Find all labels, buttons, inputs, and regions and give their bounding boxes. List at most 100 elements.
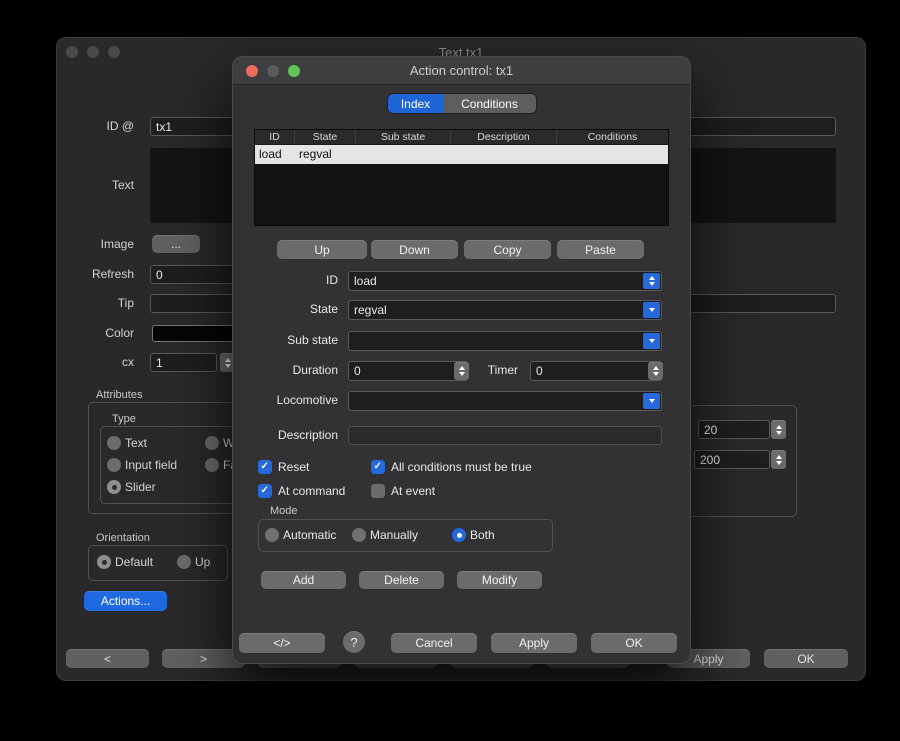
ok-button[interactable]: OK: [591, 633, 677, 653]
reset-checkbox[interactable]: [258, 460, 272, 474]
dropdown-arrow-icon[interactable]: [643, 302, 660, 318]
dropdown-arrow-icon[interactable]: [643, 393, 660, 409]
actions-table: ID State Sub state Description Condition…: [255, 130, 668, 225]
right-field-1-stepper[interactable]: [771, 420, 786, 439]
row-substate-cell: [356, 145, 451, 164]
right-field-2[interactable]: 200: [694, 450, 770, 469]
minimize-icon[interactable]: [87, 46, 99, 58]
copy-button[interactable]: Copy: [464, 240, 551, 259]
orientation-up-label: Up: [195, 553, 210, 572]
col-state: State: [295, 130, 356, 144]
form-duration-label: Duration: [258, 361, 338, 380]
step-down-icon: [776, 461, 782, 465]
table-row[interactable]: load regval: [255, 145, 668, 164]
xml-code-button[interactable]: </>: [239, 633, 325, 653]
step-up-icon: [776, 455, 782, 459]
form-locomotive-label: Locomotive: [258, 391, 338, 410]
dialog-title: Action control: tx1: [410, 63, 513, 78]
minimize-icon[interactable]: [267, 65, 279, 77]
timer-stepper[interactable]: [648, 362, 663, 380]
at-command-label: At command: [278, 482, 345, 501]
type-input-field-radio[interactable]: [107, 458, 121, 472]
delete-button[interactable]: Delete: [359, 571, 444, 589]
close-icon[interactable]: [246, 65, 258, 77]
right-field-1[interactable]: 20: [698, 420, 770, 439]
zoom-icon[interactable]: [288, 65, 300, 77]
at-command-checkbox[interactable]: [258, 484, 272, 498]
orientation-group-label: Orientation: [96, 532, 150, 544]
form-description-label: Description: [258, 426, 338, 445]
arrow-up-icon: [649, 276, 655, 280]
zoom-icon[interactable]: [108, 46, 120, 58]
orientation-default-label: Default: [115, 553, 153, 572]
cancel-button[interactable]: Cancel: [391, 633, 477, 653]
table-header: ID State Sub state Description Condition…: [255, 130, 668, 145]
up-button[interactable]: Up: [277, 240, 367, 259]
orientation-up-radio[interactable]: [177, 555, 191, 569]
row-description-cell: [451, 145, 557, 164]
apply-button[interactable]: Apply: [491, 633, 577, 653]
right-field-2-stepper[interactable]: [771, 450, 786, 469]
row-state-cell: regval: [295, 145, 356, 164]
row-id-cell: load: [255, 145, 295, 164]
state-combo[interactable]: regval: [348, 300, 662, 320]
type-fa-radio[interactable]: [205, 458, 219, 472]
col-description: Description: [451, 130, 557, 144]
form-timer-label: Timer: [463, 361, 518, 380]
all-conditions-label: All conditions must be true: [391, 458, 532, 477]
dropdown-arrow-icon[interactable]: [643, 333, 660, 349]
tab-index[interactable]: Index: [388, 94, 443, 113]
step-down-icon: [776, 431, 782, 435]
at-event-checkbox[interactable]: [371, 484, 385, 498]
text-label: Text: [57, 176, 134, 195]
reset-label: Reset: [278, 458, 309, 477]
down-button[interactable]: Down: [371, 240, 458, 259]
modify-button[interactable]: Modify: [457, 571, 542, 589]
image-browse-button[interactable]: ...: [152, 235, 200, 253]
step-down-icon: [653, 372, 659, 376]
mode-manually-radio[interactable]: [352, 528, 366, 542]
dialog-titlebar[interactable]: Action control: tx1: [233, 57, 690, 85]
at-event-label: At event: [391, 482, 435, 501]
prev-button[interactable]: <: [66, 649, 149, 668]
add-button[interactable]: Add: [261, 571, 346, 589]
orientation-default-radio[interactable]: [97, 555, 111, 569]
mode-automatic-radio[interactable]: [265, 528, 279, 542]
paste-button[interactable]: Paste: [557, 240, 644, 259]
step-up-icon: [776, 425, 782, 429]
mode-automatic-label: Automatic: [283, 526, 336, 545]
id-combo[interactable]: load: [348, 271, 662, 291]
description-field[interactable]: [348, 426, 662, 445]
right-field-2-value: 200: [700, 453, 720, 467]
all-conditions-checkbox[interactable]: [371, 460, 385, 474]
help-button[interactable]: ?: [343, 631, 365, 653]
arrow-down-icon: [649, 308, 655, 312]
type-group-label: Type: [112, 413, 136, 425]
close-icon[interactable]: [66, 46, 78, 58]
type-slider-label: Slider: [125, 478, 156, 497]
bg-ok-button[interactable]: OK: [764, 649, 848, 668]
type-w-radio[interactable]: [205, 436, 219, 450]
type-slider-radio[interactable]: [107, 480, 121, 494]
row-conditions-cell: [557, 145, 668, 164]
arrow-down-icon: [649, 282, 655, 286]
mode-both-label: Both: [470, 526, 495, 545]
cx-field[interactable]: 1: [150, 353, 217, 372]
combo-arrows-icon[interactable]: [643, 273, 660, 289]
mode-group-label: Mode: [270, 505, 298, 517]
type-text-label: Text: [125, 434, 147, 453]
duration-value: 0: [354, 364, 361, 378]
substate-combo[interactable]: [348, 331, 662, 351]
col-substate: Sub state: [356, 130, 451, 144]
actions-button[interactable]: Actions...: [84, 591, 167, 611]
id-label: ID @: [57, 117, 134, 136]
type-input-field-label: Input field: [125, 456, 177, 475]
type-text-radio[interactable]: [107, 436, 121, 450]
form-id-label: ID: [258, 271, 338, 290]
duration-field[interactable]: 0: [348, 361, 468, 381]
tab-conditions[interactable]: Conditions: [443, 94, 536, 113]
locomotive-combo[interactable]: [348, 391, 662, 411]
timer-field[interactable]: 0: [530, 361, 662, 381]
mode-both-radio[interactable]: [452, 528, 466, 542]
col-id: ID: [255, 130, 295, 144]
